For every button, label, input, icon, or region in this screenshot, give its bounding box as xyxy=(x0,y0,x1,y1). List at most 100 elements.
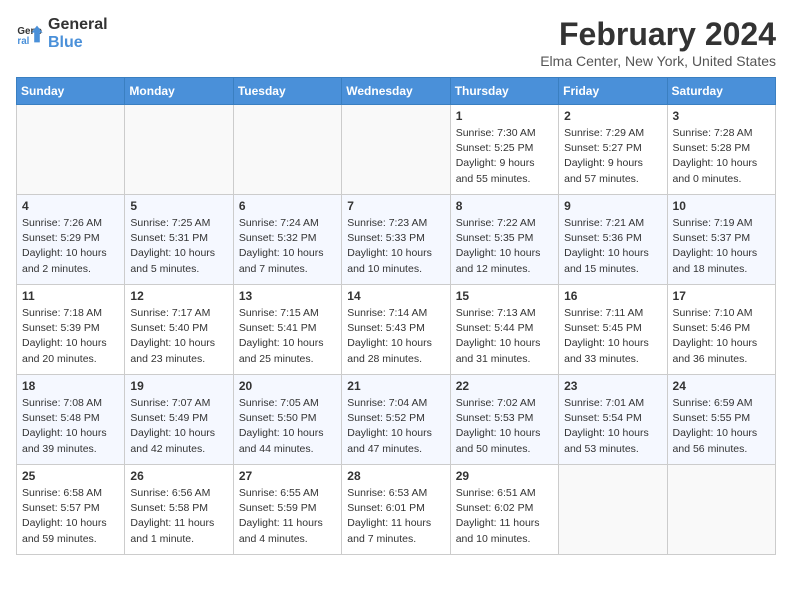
calendar-cell: 13 Sunrise: 7:15 AM Sunset: 5:41 PM Dayli… xyxy=(233,285,341,375)
day-info: Sunrise: 7:08 AM Sunset: 5:48 PM Dayligh… xyxy=(22,396,119,457)
day-number: 16 xyxy=(564,289,661,303)
day-info: Sunrise: 7:18 AM Sunset: 5:39 PM Dayligh… xyxy=(22,306,119,367)
day-info: Sunrise: 7:01 AM Sunset: 5:54 PM Dayligh… xyxy=(564,396,661,457)
calendar-cell: 24Sunrise: 6:59 AM Sunset: 5:55 PM Dayli… xyxy=(667,375,775,465)
calendar-cell: 1 Sunrise: 7:30 AM Sunset: 5:25 PM Daylig… xyxy=(450,105,558,195)
calendar-table: SundayMondayTuesdayWednesdayThursdayFrid… xyxy=(16,77,776,555)
day-number: 28 xyxy=(347,469,444,483)
calendar-cell xyxy=(342,105,450,195)
day-info: Sunrise: 7:29 AM Sunset: 5:27 PM Dayligh… xyxy=(564,126,661,187)
calendar-cell: 29 Sunrise: 6:51 AM Sunset: 6:02 PM Dayli… xyxy=(450,465,558,555)
calendar-cell: 6 Sunrise: 7:24 AM Sunset: 5:32 PM Daylig… xyxy=(233,195,341,285)
day-number: 12 xyxy=(130,289,227,303)
calendar-cell: 27 Sunrise: 6:55 AM Sunset: 5:59 PM Dayli… xyxy=(233,465,341,555)
day-info: Sunrise: 6:51 AM Sunset: 6:02 PM Dayligh… xyxy=(456,486,553,547)
calendar-cell: 14 Sunrise: 7:14 AM Sunset: 5:43 PM Dayli… xyxy=(342,285,450,375)
day-number: 6 xyxy=(239,199,336,213)
calendar-cell: 10 Sunrise: 7:19 AM Sunset: 5:37 PM Dayli… xyxy=(667,195,775,285)
svg-text:ral: ral xyxy=(17,35,29,46)
day-of-week-header: Tuesday xyxy=(233,78,341,105)
day-info: Sunrise: 7:21 AM Sunset: 5:36 PM Dayligh… xyxy=(564,216,661,277)
calendar-cell: 7Sunrise: 7:23 AM Sunset: 5:33 PM Daylig… xyxy=(342,195,450,285)
day-info: Sunrise: 7:25 AM Sunset: 5:31 PM Dayligh… xyxy=(130,216,227,277)
day-of-week-header: Friday xyxy=(559,78,667,105)
title-section: February 2024 Elma Center, New York, Uni… xyxy=(540,16,776,69)
day-number: 23 xyxy=(564,379,661,393)
calendar-cell: 23 Sunrise: 7:01 AM Sunset: 5:54 PM Dayli… xyxy=(559,375,667,465)
day-info: Sunrise: 7:14 AM Sunset: 5:43 PM Dayligh… xyxy=(347,306,444,367)
calendar-cell: 26Sunrise: 6:56 AM Sunset: 5:58 PM Dayli… xyxy=(125,465,233,555)
day-of-week-header: Thursday xyxy=(450,78,558,105)
day-info: Sunrise: 7:24 AM Sunset: 5:32 PM Dayligh… xyxy=(239,216,336,277)
calendar-cell: 11 Sunrise: 7:18 AM Sunset: 5:39 PM Dayli… xyxy=(17,285,125,375)
calendar-cell xyxy=(559,465,667,555)
day-info: Sunrise: 7:10 AM Sunset: 5:46 PM Dayligh… xyxy=(673,306,770,367)
location: Elma Center, New York, United States xyxy=(540,53,776,69)
day-info: Sunrise: 7:15 AM Sunset: 5:41 PM Dayligh… xyxy=(239,306,336,367)
day-info: Sunrise: 6:53 AM Sunset: 6:01 PM Dayligh… xyxy=(347,486,444,547)
calendar-week-row: 1 Sunrise: 7:30 AM Sunset: 5:25 PM Daylig… xyxy=(17,105,776,195)
day-number: 17 xyxy=(673,289,770,303)
calendar-cell: 9 Sunrise: 7:21 AM Sunset: 5:36 PM Daylig… xyxy=(559,195,667,285)
day-info: Sunrise: 7:28 AM Sunset: 5:28 PM Dayligh… xyxy=(673,126,770,187)
calendar-week-row: 11 Sunrise: 7:18 AM Sunset: 5:39 PM Dayli… xyxy=(17,285,776,375)
day-info: Sunrise: 7:07 AM Sunset: 5:49 PM Dayligh… xyxy=(130,396,227,457)
day-info: Sunrise: 7:26 AM Sunset: 5:29 PM Dayligh… xyxy=(22,216,119,277)
calendar-week-row: 4Sunrise: 7:26 AM Sunset: 5:29 PM Daylig… xyxy=(17,195,776,285)
day-number: 14 xyxy=(347,289,444,303)
logo-line1: General xyxy=(48,16,108,34)
day-info: Sunrise: 7:17 AM Sunset: 5:40 PM Dayligh… xyxy=(130,306,227,367)
calendar-cell: 15Sunrise: 7:13 AM Sunset: 5:44 PM Dayli… xyxy=(450,285,558,375)
calendar-cell: 12 Sunrise: 7:17 AM Sunset: 5:40 PM Dayli… xyxy=(125,285,233,375)
day-number: 10 xyxy=(673,199,770,213)
calendar-cell: 16 Sunrise: 7:11 AM Sunset: 5:45 PM Dayli… xyxy=(559,285,667,375)
calendar-cell: 22 Sunrise: 7:02 AM Sunset: 5:53 PM Dayli… xyxy=(450,375,558,465)
header-row: SundayMondayTuesdayWednesdayThursdayFrid… xyxy=(17,78,776,105)
day-number: 25 xyxy=(22,469,119,483)
day-number: 22 xyxy=(456,379,553,393)
calendar-cell xyxy=(667,465,775,555)
day-number: 3 xyxy=(673,109,770,123)
day-info: Sunrise: 6:55 AM Sunset: 5:59 PM Dayligh… xyxy=(239,486,336,547)
logo-icon: Gene ral xyxy=(16,20,44,48)
day-number: 11 xyxy=(22,289,119,303)
day-info: Sunrise: 7:11 AM Sunset: 5:45 PM Dayligh… xyxy=(564,306,661,367)
calendar-cell: 8Sunrise: 7:22 AM Sunset: 5:35 PM Daylig… xyxy=(450,195,558,285)
logo: Gene ral General Blue xyxy=(16,16,108,51)
calendar-cell: 17 Sunrise: 7:10 AM Sunset: 5:46 PM Dayli… xyxy=(667,285,775,375)
calendar-cell: 19Sunrise: 7:07 AM Sunset: 5:49 PM Dayli… xyxy=(125,375,233,465)
logo-line2: Blue xyxy=(48,34,108,52)
day-info: Sunrise: 7:22 AM Sunset: 5:35 PM Dayligh… xyxy=(456,216,553,277)
day-number: 24 xyxy=(673,379,770,393)
day-info: Sunrise: 7:13 AM Sunset: 5:44 PM Dayligh… xyxy=(456,306,553,367)
calendar-cell: 18 Sunrise: 7:08 AM Sunset: 5:48 PM Dayli… xyxy=(17,375,125,465)
day-number: 9 xyxy=(564,199,661,213)
day-info: Sunrise: 7:02 AM Sunset: 5:53 PM Dayligh… xyxy=(456,396,553,457)
calendar-cell xyxy=(125,105,233,195)
day-number: 26 xyxy=(130,469,227,483)
day-number: 18 xyxy=(22,379,119,393)
day-info: Sunrise: 7:19 AM Sunset: 5:37 PM Dayligh… xyxy=(673,216,770,277)
day-number: 29 xyxy=(456,469,553,483)
calendar-cell: 3 Sunrise: 7:28 AM Sunset: 5:28 PM Daylig… xyxy=(667,105,775,195)
page-header: Gene ral General Blue February 2024 Elma… xyxy=(16,16,776,69)
day-info: Sunrise: 7:05 AM Sunset: 5:50 PM Dayligh… xyxy=(239,396,336,457)
day-number: 27 xyxy=(239,469,336,483)
day-number: 13 xyxy=(239,289,336,303)
month-year: February 2024 xyxy=(540,16,776,53)
calendar-cell: 20Sunrise: 7:05 AM Sunset: 5:50 PM Dayli… xyxy=(233,375,341,465)
calendar-cell: 2Sunrise: 7:29 AM Sunset: 5:27 PM Daylig… xyxy=(559,105,667,195)
calendar-week-row: 18 Sunrise: 7:08 AM Sunset: 5:48 PM Dayli… xyxy=(17,375,776,465)
day-number: 1 xyxy=(456,109,553,123)
calendar-cell: 28 Sunrise: 6:53 AM Sunset: 6:01 PM Dayli… xyxy=(342,465,450,555)
calendar-cell: 25 Sunrise: 6:58 AM Sunset: 5:57 PM Dayli… xyxy=(17,465,125,555)
calendar-cell xyxy=(17,105,125,195)
calendar-cell: 4Sunrise: 7:26 AM Sunset: 5:29 PM Daylig… xyxy=(17,195,125,285)
day-of-week-header: Saturday xyxy=(667,78,775,105)
day-number: 7 xyxy=(347,199,444,213)
calendar-cell xyxy=(233,105,341,195)
day-info: Sunrise: 6:58 AM Sunset: 5:57 PM Dayligh… xyxy=(22,486,119,547)
day-of-week-header: Sunday xyxy=(17,78,125,105)
day-info: Sunrise: 7:30 AM Sunset: 5:25 PM Dayligh… xyxy=(456,126,553,187)
day-info: Sunrise: 7:04 AM Sunset: 5:52 PM Dayligh… xyxy=(347,396,444,457)
